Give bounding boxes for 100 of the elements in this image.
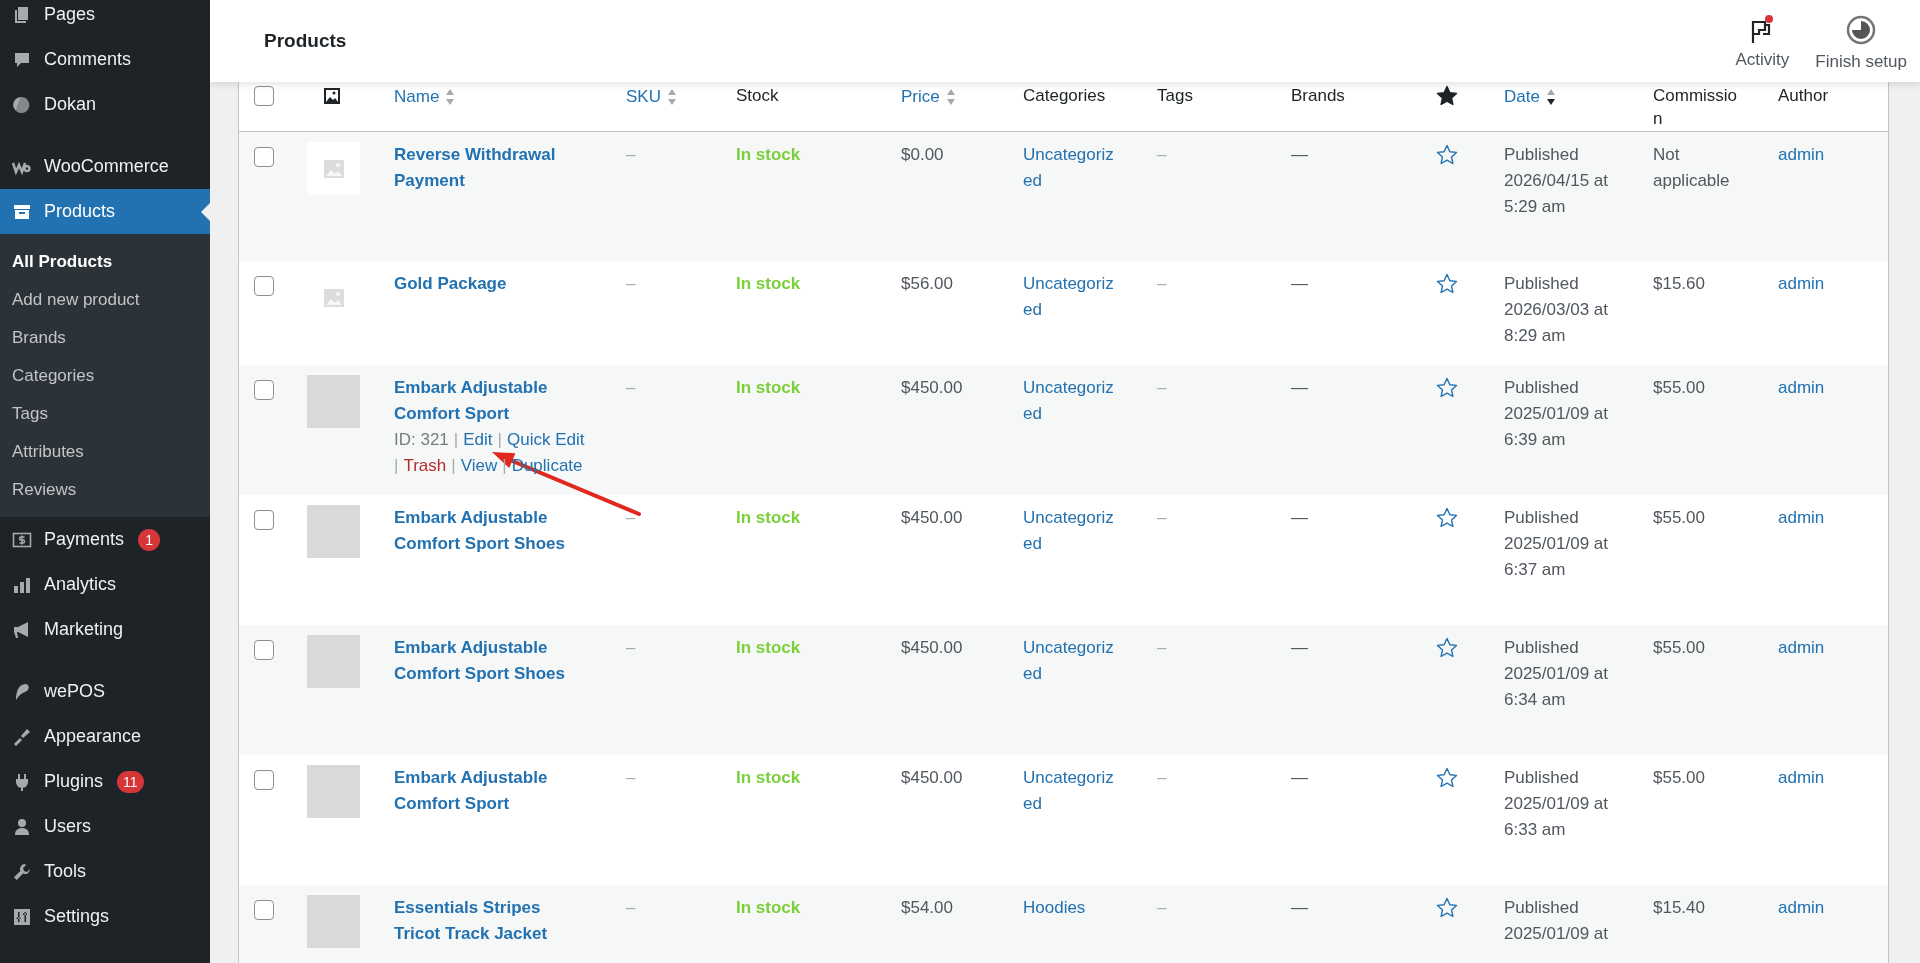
star-icon[interactable] [1435,636,1459,660]
submenu-item[interactable]: Attributes [0,433,210,471]
tags-text: – [1157,508,1167,527]
author-link[interactable]: admin [1778,145,1825,164]
sidebar-item[interactable]: Dokan [0,82,210,127]
sidebar-item[interactable]: Tools [0,849,210,894]
stock-status: In stock [736,768,801,787]
progress-circle-icon [1846,15,1877,46]
column-sort-link[interactable]: SKU [626,84,677,110]
page-title: Products [264,28,347,53]
row-action-link[interactable]: Edit [463,427,493,453]
sidebar-item[interactable]: Products [0,189,210,234]
sidebar-item[interactable]: Plugins 11 [0,759,210,804]
sidebar-item[interactable]: Marketing [0,607,210,652]
stock-status: In stock [736,274,801,293]
brands-text: — [1291,898,1308,917]
sidebar-item[interactable]: Analytics [0,562,210,607]
star-icon[interactable] [1435,896,1459,920]
submenu-item[interactable]: Categories [0,357,210,395]
date-text: Published 2026/04/15 at 5:29 am [1504,144,1609,218]
product-name-link[interactable]: Gold Package [394,271,579,297]
checkbox[interactable] [254,86,274,106]
submenu-item[interactable]: Tags [0,395,210,433]
column-sort-link[interactable]: Name [394,84,456,110]
product-name-link[interactable]: Embark Adjustable Comfort Sport [394,375,579,427]
category-link[interactable]: Uncategorized [1023,635,1117,687]
product-name-link[interactable]: Embark Adjustable Comfort Sport Shoes [394,505,579,557]
product-name-link[interactable]: Embark Adjustable Comfort Sport Shoes [394,635,579,687]
stock-status: In stock [736,898,801,917]
product-name-link[interactable]: Embark Adjustable Comfort Sport [394,765,579,817]
author-link[interactable]: admin [1778,378,1825,397]
separator: | [502,455,507,477]
author-link[interactable]: admin [1778,508,1825,527]
price-text: $450.00 [901,768,963,787]
sidebar-item[interactable]: Settings [0,894,210,939]
sidebar-item[interactable]: WooCommerce [0,144,210,189]
star-icon[interactable] [1435,506,1459,530]
product-name-link[interactable]: Reverse Withdrawal Payment [394,142,579,194]
submenu-item[interactable]: Brands [0,319,210,357]
checkbox[interactable] [254,640,274,660]
checkbox[interactable] [254,770,274,790]
image-icon [323,87,341,105]
count-badge: 11 [117,770,144,793]
category-link[interactable]: Uncategorized [1023,271,1117,323]
sidebar-item[interactable]: Appearance [0,714,210,759]
submenu-item[interactable]: All Products [0,243,210,281]
category-link[interactable]: Uncategorized [1023,142,1117,194]
sidebar-item[interactable]: Pages [0,0,210,37]
brands-text: — [1291,638,1308,657]
sidebar-item[interactable]: Comments [0,37,210,82]
checkbox[interactable] [254,510,274,530]
trash-link[interactable]: Trash [403,453,447,479]
author-link[interactable]: admin [1778,274,1825,293]
checkbox[interactable] [254,276,274,296]
star-icon[interactable] [1435,272,1459,296]
category-link[interactable]: Hoodies [1023,895,1117,921]
tags-text: – [1157,274,1167,293]
row-action-link[interactable]: View [460,453,498,479]
column-sort-link[interactable]: Date [1504,84,1556,110]
product-id: ID: 321 [394,429,449,451]
row-action-link[interactable]: Quick Edit [506,427,585,453]
column-header: Commission [1653,85,1739,130]
product-name-link[interactable]: Essentials Stripes Tricot Track Jacket [394,895,579,947]
commission-text: Not applicable [1653,144,1731,192]
category-link[interactable]: Uncategorized [1023,505,1117,557]
separator: | [394,455,399,477]
author-link[interactable]: admin [1778,638,1825,657]
commission-text: $55.00 [1653,767,1706,789]
category-link[interactable]: Uncategorized [1023,765,1117,817]
category-link[interactable]: Uncategorized [1023,375,1117,427]
header-action-button[interactable]: Activity [1735,15,1790,73]
author-link[interactable]: admin [1778,898,1825,917]
submenu-item[interactable]: Add new product [0,281,210,319]
price-text: $450.00 [901,508,963,527]
tags-text: – [1157,638,1167,657]
price-text: $54.00 [901,898,953,917]
brands-text: — [1291,145,1308,164]
header-action-button[interactable]: Finish setup [1815,15,1907,75]
star-icon[interactable] [1435,143,1459,167]
commission-text: $55.00 [1653,637,1706,659]
price-text: $0.00 [901,145,944,164]
commission-text: $15.60 [1653,273,1706,295]
sku-text: – [626,898,636,917]
stock-status: In stock [736,508,801,527]
sidebar-item[interactable]: Payments 1 [0,517,210,562]
date-text: Published 2025/01/09 at 6:37 am [1504,507,1609,581]
current-item-pointer [201,202,210,221]
checkbox[interactable] [254,380,274,400]
star-icon[interactable] [1435,766,1459,790]
wrench-icon [12,861,32,882]
submenu-item[interactable]: Reviews [0,471,210,509]
sidebar-item[interactable]: Users [0,804,210,849]
sku-text: – [626,274,636,293]
column-sort-link[interactable]: Price [901,84,956,110]
checkbox[interactable] [254,147,274,167]
sidebar-item[interactable]: wePOS [0,669,210,714]
date-text: Published 2025/01/09 at [1504,897,1609,945]
star-icon[interactable] [1435,376,1459,400]
author-link[interactable]: admin [1778,768,1825,787]
checkbox[interactable] [254,900,274,920]
